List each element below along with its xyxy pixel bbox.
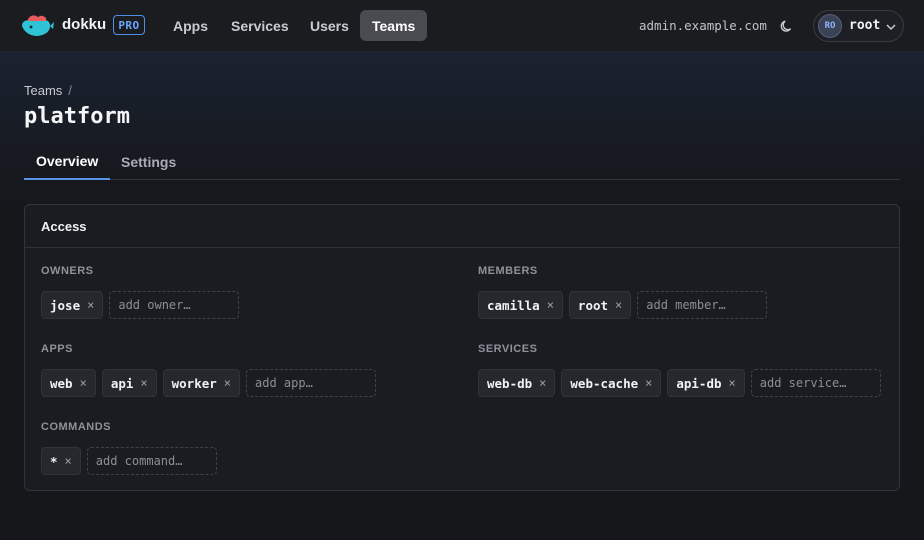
service-chip: web-db × xyxy=(478,369,556,397)
chip-label: root xyxy=(577,297,609,313)
members-field: MEMBERS camilla × root × add member… xyxy=(478,265,768,319)
commands-field: COMMANDS * × add command… xyxy=(41,421,217,475)
member-chip: camilla × xyxy=(478,291,563,319)
services-chips: web-db × web-cache × api-db × add servic… xyxy=(478,369,881,397)
add-owner-input[interactable]: add owner… xyxy=(109,291,240,319)
add-service-input[interactable]: add service… xyxy=(750,369,881,397)
app-chip: api × xyxy=(101,369,157,397)
commands-label: COMMANDS xyxy=(41,421,111,433)
user-menu[interactable]: RO root xyxy=(813,10,904,42)
moon-icon[interactable] xyxy=(779,18,795,34)
apps-chips: web × api × worker × add app… xyxy=(41,369,377,397)
access-card: Access OWNERS jose × add owner… MEMBERS … xyxy=(24,204,900,491)
tab-overview[interactable]: Overview xyxy=(24,143,111,180)
remove-icon[interactable]: × xyxy=(539,376,546,390)
apps-label: APPS xyxy=(41,343,73,355)
remove-icon[interactable]: × xyxy=(224,376,231,390)
user-name: root xyxy=(849,18,881,33)
remove-icon[interactable]: × xyxy=(729,376,736,390)
owners-chips: jose × add owner… xyxy=(41,291,240,319)
remove-icon[interactable]: × xyxy=(547,298,554,312)
chevron-down-icon xyxy=(886,24,896,31)
add-command-input[interactable]: add command… xyxy=(86,447,217,475)
members-chips: camilla × root × add member… xyxy=(478,291,768,319)
app-chip: web × xyxy=(41,369,96,397)
remove-icon[interactable]: × xyxy=(80,376,87,390)
page-header-background xyxy=(0,52,924,212)
chip-label: web xyxy=(50,375,73,391)
nav-services[interactable]: Services xyxy=(219,10,301,41)
tab-settings[interactable]: Settings xyxy=(121,143,176,180)
app-chip: worker × xyxy=(162,369,241,397)
nav-users[interactable]: Users xyxy=(298,10,361,41)
brand-name[interactable]: dokku xyxy=(62,16,106,33)
member-chip: root × xyxy=(568,291,632,319)
chip-label: api-db xyxy=(676,375,722,391)
card-header: Access xyxy=(25,205,899,248)
services-label: SERVICES xyxy=(478,343,538,355)
chip-label: web-db xyxy=(487,375,533,391)
nav-teams[interactable]: Teams xyxy=(360,10,428,41)
breadcrumb: Teams / xyxy=(24,83,72,98)
members-label: MEMBERS xyxy=(478,265,538,277)
owners-field: OWNERS jose × add owner… xyxy=(41,265,240,319)
remove-icon[interactable]: × xyxy=(645,376,652,390)
commands-chips: * × add command… xyxy=(41,447,217,475)
owner-chip: jose × xyxy=(41,291,104,319)
top-nav: dokku PRO Apps Services Users Teams admi… xyxy=(0,0,924,52)
nav-apps[interactable]: Apps xyxy=(161,10,220,41)
dokku-logo-icon[interactable] xyxy=(20,14,54,38)
page-title: platform xyxy=(24,104,130,129)
owners-label: OWNERS xyxy=(41,265,94,277)
remove-icon[interactable]: × xyxy=(65,454,72,468)
chip-label: camilla xyxy=(487,297,540,313)
avatar: RO xyxy=(818,14,842,38)
tab-bar: Overview Settings xyxy=(24,143,900,180)
card-title: Access xyxy=(41,219,87,234)
chip-label: * xyxy=(50,453,58,469)
services-field: SERVICES web-db × web-cache × api-db × a… xyxy=(478,343,881,397)
add-member-input[interactable]: add member… xyxy=(637,291,768,319)
chip-label: web-cache xyxy=(570,375,639,391)
service-chip: web-cache × xyxy=(561,369,662,397)
chip-label: api xyxy=(110,375,134,391)
host-name: admin.example.com xyxy=(639,18,767,33)
service-chip: api-db × xyxy=(667,369,745,397)
pro-badge: PRO xyxy=(113,15,145,35)
remove-icon[interactable]: × xyxy=(87,298,94,312)
breadcrumb-separator: / xyxy=(68,83,72,98)
command-chip: * × xyxy=(41,447,81,475)
remove-icon[interactable]: × xyxy=(615,298,622,312)
apps-field: APPS web × api × worker × add app… xyxy=(41,343,377,397)
chip-label: worker xyxy=(171,375,217,391)
breadcrumb-teams-link[interactable]: Teams xyxy=(24,83,62,98)
remove-icon[interactable]: × xyxy=(140,376,147,390)
chip-label: jose xyxy=(50,297,81,313)
add-app-input[interactable]: add app… xyxy=(246,369,377,397)
